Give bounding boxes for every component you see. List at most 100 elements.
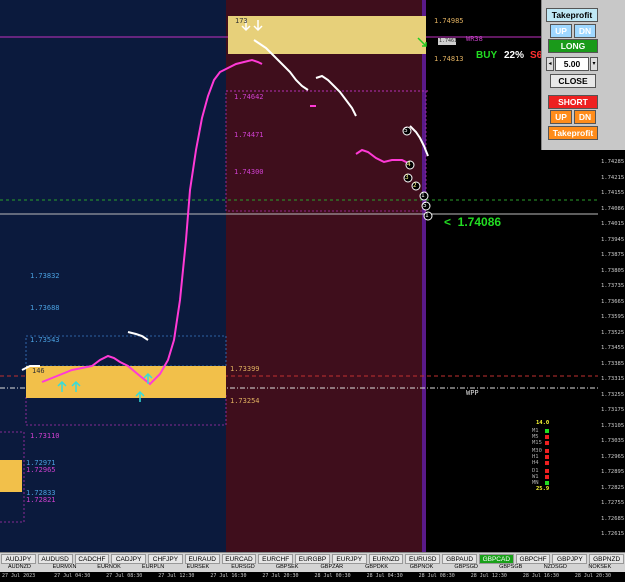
takeprofit-top-button[interactable]: Takeprofit	[546, 8, 598, 22]
level-label: 1.72821	[26, 496, 56, 504]
dn-button-2[interactable]: DN	[574, 110, 596, 124]
lot-size-input[interactable]: 5.00	[555, 57, 589, 71]
timeframe-label: H4	[532, 460, 539, 466]
wave-label: 1	[425, 212, 429, 219]
short-button[interactable]: SHORT	[548, 95, 598, 109]
time-axis-label: 28 Jul 08:30	[418, 573, 455, 579]
symbol-tab-secondary[interactable]: GBPDKK	[365, 564, 388, 570]
symbol-tab[interactable]: EURJPY	[331, 554, 367, 564]
time-axis: 27 Jul 2023 27 Jul 04:30 27 Jul 08:30 27 Ju…	[0, 572, 625, 582]
symbol-tab[interactable]: EURCHF	[258, 554, 294, 564]
level-label: 1.74300	[234, 168, 264, 176]
time-axis-label: 28 Jul 20:30	[574, 573, 612, 579]
takeprofit-button[interactable]: Takeprofit	[548, 126, 598, 140]
chart-background-right	[226, 0, 424, 552]
close-button[interactable]: CLOSE	[550, 74, 596, 88]
symbol-tab[interactable]: GBPNZD	[589, 554, 624, 564]
symbol-tab-secondary[interactable]: EURNOK	[97, 564, 121, 570]
symbol-tab[interactable]: EURNZD	[368, 554, 404, 564]
lot-decrease-arrow-icon[interactable]: ◂	[546, 57, 554, 71]
symbol-tab-secondary[interactable]: AUDNZD	[8, 564, 31, 570]
wave-label: 2	[413, 182, 417, 189]
symbol-tab[interactable]: CADCHF	[74, 554, 110, 564]
up-button-2[interactable]: UP	[550, 110, 572, 124]
symbol-tabs-secondary: AUDNZD EURMXN EURNOK EURPLN EURSEK EURSGD GBPS…	[0, 564, 625, 572]
zone-count-top: 173	[235, 17, 248, 25]
price-axis-label: 1.72755	[601, 500, 625, 506]
level-label: 1.74985	[434, 17, 464, 25]
dn-button[interactable]: DN	[574, 24, 596, 38]
symbol-tab[interactable]: GBPJPY	[552, 554, 588, 564]
session-separator	[422, 0, 426, 552]
symbol-tab-secondary[interactable]: GBPNOK	[410, 564, 434, 570]
symbol-tab[interactable]: GBPCAD	[478, 554, 514, 564]
price-axis-label: 1.73805	[601, 267, 625, 274]
price-axis-label: 1.73735	[601, 283, 625, 289]
price-axis-label: 1.73035	[601, 438, 625, 444]
symbol-tab[interactable]: EURAUD	[184, 554, 220, 564]
price-axis-label: 1.73455	[601, 345, 625, 351]
timeframe-status-icon	[545, 461, 549, 465]
symbol-tab-secondary[interactable]: GBPSGB	[499, 564, 522, 570]
level-label: 1.73688	[30, 304, 60, 312]
symbol-tab-secondary[interactable]: GBPSEK	[276, 564, 299, 570]
time-axis-label: 28 Jul 12:30	[470, 573, 507, 579]
lot-dropdown-arrow-icon[interactable]: ▾	[590, 57, 598, 71]
time-axis-label: 27 Jul 16:30	[210, 573, 247, 579]
price-axis-label: 1.72685	[601, 515, 625, 522]
wr-label: WR38	[466, 35, 483, 43]
wave-label: 1	[421, 192, 425, 199]
time-axis-label: 27 Jul 04:30	[54, 573, 91, 579]
price-axis-label: 1.73315	[601, 376, 625, 382]
level-label: 1.74471	[234, 131, 264, 139]
price-axis-label: 1.74155	[601, 190, 625, 196]
up-button[interactable]: UP	[550, 24, 572, 38]
symbol-tab[interactable]: GBPCHF	[515, 554, 551, 564]
symbol-tab[interactable]: EURCAD	[221, 554, 257, 564]
strength-total: 25.9	[536, 486, 550, 492]
price-axis-label: 1.74285	[601, 159, 625, 165]
price-axis-label: 1.73175	[601, 407, 625, 413]
time-axis-label: 28 Jul 16:30	[522, 573, 559, 579]
symbol-tab[interactable]: AUDJPY	[1, 554, 36, 564]
symbol-tabs: AUDJPY AUDUSD CADCHF CADJPY CHFJPY EURAUD EURC…	[0, 552, 625, 564]
price-axis-label: 1.72825	[601, 484, 625, 491]
symbol-tab-secondary[interactable]: EURSGD	[231, 564, 255, 570]
price-chart[interactable]	[0, 0, 625, 582]
current-price-label: < 1.74086	[444, 215, 502, 229]
symbol-tab[interactable]: CADJPY	[111, 554, 147, 564]
buy-percent: 22%	[504, 50, 525, 61]
zone-count-bottom: 146	[32, 367, 45, 375]
symbol-tab-secondary[interactable]: NZDSGD	[544, 564, 567, 570]
price-axis-label: 1.73875	[601, 252, 625, 258]
price-axis-label: 1.74086	[601, 205, 625, 212]
symbol-tab-secondary[interactable]: EURSEK	[187, 564, 210, 570]
symbol-tab-secondary[interactable]: NOKSEK	[588, 564, 611, 570]
demand-zone	[26, 366, 226, 398]
symbol-tab-secondary[interactable]: EURPLN	[142, 564, 164, 570]
symbol-tab-secondary[interactable]: EURMXN	[53, 564, 77, 570]
symbol-tab-secondary[interactable]: GBPSGD	[454, 564, 478, 570]
wave-label: 5	[404, 127, 408, 134]
price-axis-label: 1.73595	[601, 314, 625, 320]
timeframe-label: M15	[532, 440, 542, 446]
time-axis-label: 28 Jul 00:30	[314, 573, 351, 579]
long-button[interactable]: LONG	[548, 39, 598, 53]
price-axis-label: 1.74015	[601, 221, 625, 227]
symbol-tab[interactable]: CHFJPY	[148, 554, 183, 564]
symbol-tab-secondary[interactable]: GBPZAR	[321, 564, 344, 570]
timeframe-status-icon	[545, 441, 549, 445]
symbol-tab[interactable]: EURGBP	[295, 554, 330, 564]
price-axis-label: 1.72965	[601, 453, 625, 460]
price-axis-label: 1.73945	[601, 236, 625, 243]
symbol-tab[interactable]: GBPAUD	[442, 554, 477, 564]
small-price-tag-label: 1.7461	[439, 38, 458, 44]
price-axis-label: 1.74215	[601, 174, 625, 181]
price-axis-label: 1.73665	[601, 298, 625, 305]
time-axis-label: 27 Jul 2023	[2, 573, 36, 579]
price-axis-label: 1.73105	[601, 422, 625, 429]
price-axis-label: 1.73525	[601, 329, 625, 336]
timeframe-status-icon	[545, 449, 549, 453]
symbol-tab[interactable]: AUDUSD	[37, 554, 73, 564]
symbol-tab[interactable]: EURUSD	[405, 554, 441, 564]
